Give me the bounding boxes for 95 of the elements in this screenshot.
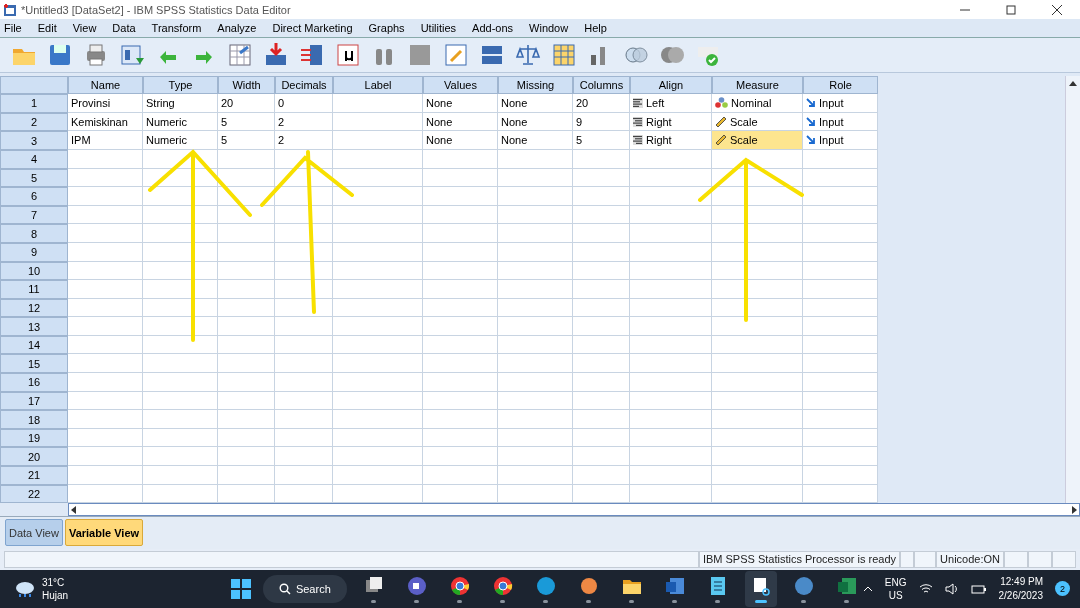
row-number[interactable]: 16 <box>0 373 68 392</box>
status-text: IBM SPSS Statistics Processor is ready <box>698 550 901 568</box>
align-right-icon <box>633 116 643 127</box>
table-cell: 5 <box>573 131 630 150</box>
column-header[interactable]: Align <box>630 75 712 95</box>
menu-item[interactable]: Direct Marketing <box>272 22 361 35</box>
table-cell: None <box>498 94 573 113</box>
horizontal-scrollbar[interactable] <box>68 503 1080 517</box>
table-cell[interactable]: Left <box>630 94 712 113</box>
align-left-icon <box>633 97 643 108</box>
status-text: Unicode:ON <box>936 550 1004 568</box>
table-cell[interactable]: Nominal <box>712 94 803 113</box>
chevron-up-icon[interactable] <box>862 584 873 593</box>
column-header[interactable]: Columns <box>573 75 630 95</box>
column-header[interactable]: Decimals <box>275 75 333 95</box>
column-header[interactable]: Measure <box>712 75 803 95</box>
windows-start-icon[interactable] <box>229 577 252 600</box>
notification-badge[interactable]: 2 <box>1055 581 1070 597</box>
menu-item[interactable]: Transform <box>151 22 210 35</box>
circles-icon <box>715 97 728 109</box>
speaker-icon[interactable] <box>944 582 959 595</box>
clock-time: 12:49 PM <box>1000 574 1043 589</box>
ruler-icon <box>715 134 727 147</box>
language-text: ENG <box>884 575 907 589</box>
column-header[interactable]: Label <box>333 75 423 95</box>
column-header[interactable]: Values <box>423 75 498 95</box>
table-cell: 20 <box>218 94 275 113</box>
cell-text: Scale <box>730 134 758 147</box>
cell-text: Right <box>646 115 672 128</box>
cell-text: Left <box>646 96 665 109</box>
table-cell: String <box>143 94 218 113</box>
menu-item[interactable]: Data <box>112 22 144 35</box>
table-cell[interactable]: Input <box>803 94 878 113</box>
wifi-icon[interactable] <box>918 582 933 595</box>
row-number[interactable]: 3 <box>0 131 68 150</box>
row-number[interactable]: 6 <box>0 187 68 206</box>
row-number[interactable]: 21 <box>0 466 68 485</box>
cell-text: Input <box>819 96 844 109</box>
column-header[interactable]: Type <box>143 75 218 95</box>
cell-text: Input <box>819 134 844 147</box>
arrow-icon <box>806 116 816 127</box>
window-title: *Untitled3 [DataSet2] - IBM SPSS Statistics Data Editor <box>21 3 292 16</box>
table-cell: IPM <box>68 131 143 150</box>
taskbar-button[interactable] <box>744 570 777 607</box>
column-header[interactable]: Width <box>218 75 275 95</box>
battery-icon[interactable] <box>970 582 987 595</box>
menu-item[interactable]: Window <box>529 22 577 35</box>
table-cell[interactable]: Scale <box>712 131 803 150</box>
row-number[interactable]: 15 <box>0 354 68 374</box>
table-cell: 0 <box>275 94 333 113</box>
clock-date: 2/26/2023 <box>998 588 1043 603</box>
ruler-icon <box>715 115 727 128</box>
align-right-icon <box>633 135 643 146</box>
cell-text: Nominal <box>731 96 772 109</box>
column-header[interactable]: Role <box>803 75 878 95</box>
search-icon <box>278 582 291 595</box>
view-tab[interactable]: Variable View <box>64 519 144 547</box>
menu-item[interactable]: Analyze <box>217 22 265 35</box>
language-text: US <box>888 588 903 602</box>
table-cell[interactable]: Right <box>630 131 712 150</box>
row-number[interactable]: 8 <box>0 224 68 243</box>
table-cell: Provinsi <box>68 94 143 113</box>
menu-item[interactable]: Help <box>584 22 615 35</box>
menu-item[interactable]: Edit <box>37 22 65 35</box>
temperature: 31°C <box>42 575 66 589</box>
arrow-icon <box>806 97 816 108</box>
arrow-icon <box>806 135 816 146</box>
table-cell: Numeric <box>143 131 218 150</box>
cell-text: Input <box>819 115 844 128</box>
menu-item[interactable]: Add-ons <box>472 22 522 35</box>
row-number[interactable]: 20 <box>0 447 68 467</box>
menu-item[interactable]: View <box>72 22 105 35</box>
search-button[interactable]: Search <box>262 574 347 603</box>
table-cell: 20 <box>573 94 630 113</box>
table-cell: None <box>423 94 498 113</box>
cell-text: Right <box>646 134 672 147</box>
weather-text: Hujan <box>42 588 69 602</box>
table-cell: 5 <box>218 131 275 150</box>
menu-item[interactable]: Graphs <box>368 22 413 35</box>
column-header[interactable]: Name <box>68 75 143 95</box>
menu-item[interactable]: File <box>4 22 30 35</box>
row-number[interactable]: 1 <box>0 94 68 113</box>
corner-header <box>0 75 68 95</box>
table-cell[interactable]: Input <box>803 131 878 150</box>
view-tab[interactable]: Data View <box>5 519 63 547</box>
menu-item[interactable]: Utilities <box>420 22 465 35</box>
table-cell: None <box>498 131 573 150</box>
table-cell: 2 <box>275 131 333 150</box>
cell-text: Scale <box>730 115 758 128</box>
column-header[interactable]: Missing <box>498 75 573 95</box>
row-number[interactable]: 11 <box>0 280 68 299</box>
row-number[interactable]: 13 <box>0 317 68 336</box>
table-cell: None <box>423 131 498 150</box>
row-number[interactable]: 18 <box>0 410 68 429</box>
vertical-scrollbar[interactable] <box>1065 75 1080 504</box>
